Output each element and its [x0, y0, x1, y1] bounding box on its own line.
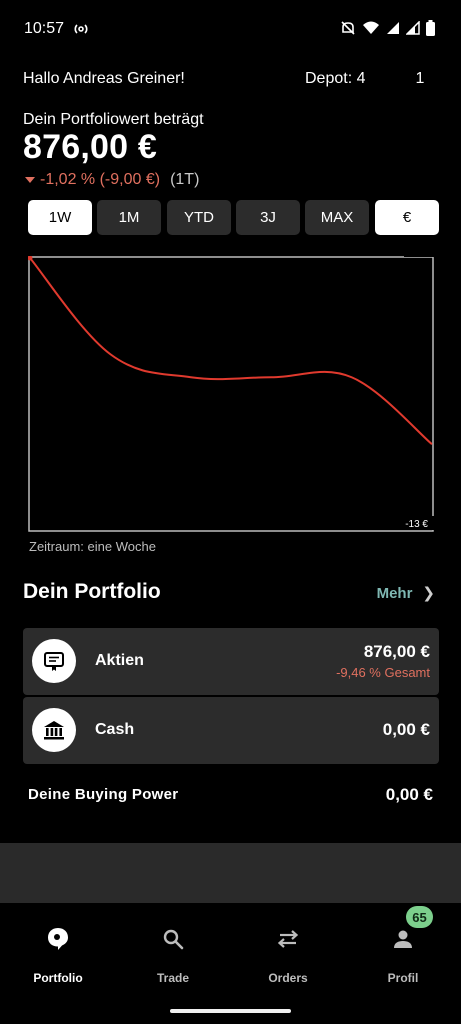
nav-item-portfolio[interactable]: Portfolio: [8, 925, 108, 985]
sync-icon: [74, 22, 88, 40]
portfolio-item-label: Cash: [95, 721, 135, 738]
nav-label: Portfolio: [33, 971, 83, 985]
portfolio-item-performance: -9,46 % Gesamt: [336, 665, 430, 680]
y-axis-bottom-label: -13 €: [405, 519, 428, 530]
stock-certificate-icon: [32, 639, 76, 683]
nav-label: Orders: [268, 971, 308, 985]
buying-power-label: Deine Buying Power: [28, 786, 179, 803]
depot-tail: 1: [415, 70, 425, 87]
content-bottom-band: [0, 843, 461, 903]
down-triangle-icon: [25, 177, 35, 183]
swap-arrows-icon: [238, 925, 338, 953]
chevron-right-icon: ❯: [422, 585, 435, 602]
more-link-label: Mehr: [376, 584, 413, 602]
range-button-ytd[interactable]: YTD: [167, 200, 231, 235]
change-period: (1T): [170, 171, 200, 188]
bank-icon: [32, 708, 76, 752]
portfolio-change: -1,02 % (-9,00 €) (1T): [25, 171, 199, 189]
status-bar: 10:57: [0, 0, 461, 58]
portfolio-card-cash[interactable]: Cash 0,00 €: [23, 697, 439, 764]
portfolio-item-value: 0,00 €: [382, 720, 430, 739]
chart-caption: Zeitraum: eine Woche: [29, 539, 156, 554]
nav-item-orders[interactable]: Orders: [238, 925, 338, 985]
wifi-icon: [362, 21, 380, 40]
range-button-max[interactable]: MAX: [305, 200, 369, 235]
range-button-1m[interactable]: 1M: [97, 200, 161, 235]
status-icons: [340, 20, 435, 41]
bottom-navigation: Portfolio Trade Orders Profil: [0, 903, 461, 1024]
status-time: 10:57: [24, 20, 65, 37]
nav-label: Trade: [156, 971, 189, 985]
portfolio-value: 876,00 €: [23, 128, 157, 166]
search-icon: [123, 925, 223, 953]
home-indicator[interactable]: [170, 1009, 291, 1013]
portfolio-section-title: Dein Portfolio: [23, 580, 161, 603]
portfolio-item-value: 876,00 €: [363, 642, 430, 661]
buying-power-value: 0,00 €: [385, 785, 433, 804]
profile-notification-badge: 65: [406, 906, 433, 928]
chart-series-line: [29, 257, 433, 445]
chart-frame: [28, 256, 434, 532]
range-button-3j[interactable]: 3J: [236, 200, 300, 235]
portfolio-value-label: Dein Portfoliowert beträgt: [23, 111, 204, 128]
portfolio-line-chart: 0 € -13 €: [28, 256, 434, 532]
depot-label: Depot: 4: [305, 70, 366, 87]
signal-icon: [386, 21, 400, 40]
currency-toggle-button[interactable]: €: [375, 200, 439, 235]
more-link[interactable]: Mehr ❯: [376, 584, 435, 603]
nav-label: Profil: [387, 971, 419, 985]
person-icon: [353, 925, 453, 953]
depot-number: Depot: 4 1: [305, 70, 432, 88]
signal-icon-2: [405, 20, 420, 40]
change-amount: -1,02 % (-9,00 €): [40, 171, 161, 188]
nav-item-profil[interactable]: Profil: [353, 925, 453, 985]
chart-top-label-bg: [404, 256, 434, 257]
range-button-1w[interactable]: 1W: [28, 200, 92, 235]
mute-icon: [340, 20, 356, 41]
battery-icon: [426, 20, 435, 41]
portfolio-pin-icon: [8, 925, 108, 953]
nav-item-trade[interactable]: Trade: [123, 925, 223, 985]
portfolio-item-label: Aktien: [95, 652, 144, 669]
greeting-text: Hallo Andreas Greiner!: [23, 70, 185, 87]
portfolio-card-aktien[interactable]: Aktien 876,00 € -9,46 % Gesamt: [23, 628, 439, 695]
